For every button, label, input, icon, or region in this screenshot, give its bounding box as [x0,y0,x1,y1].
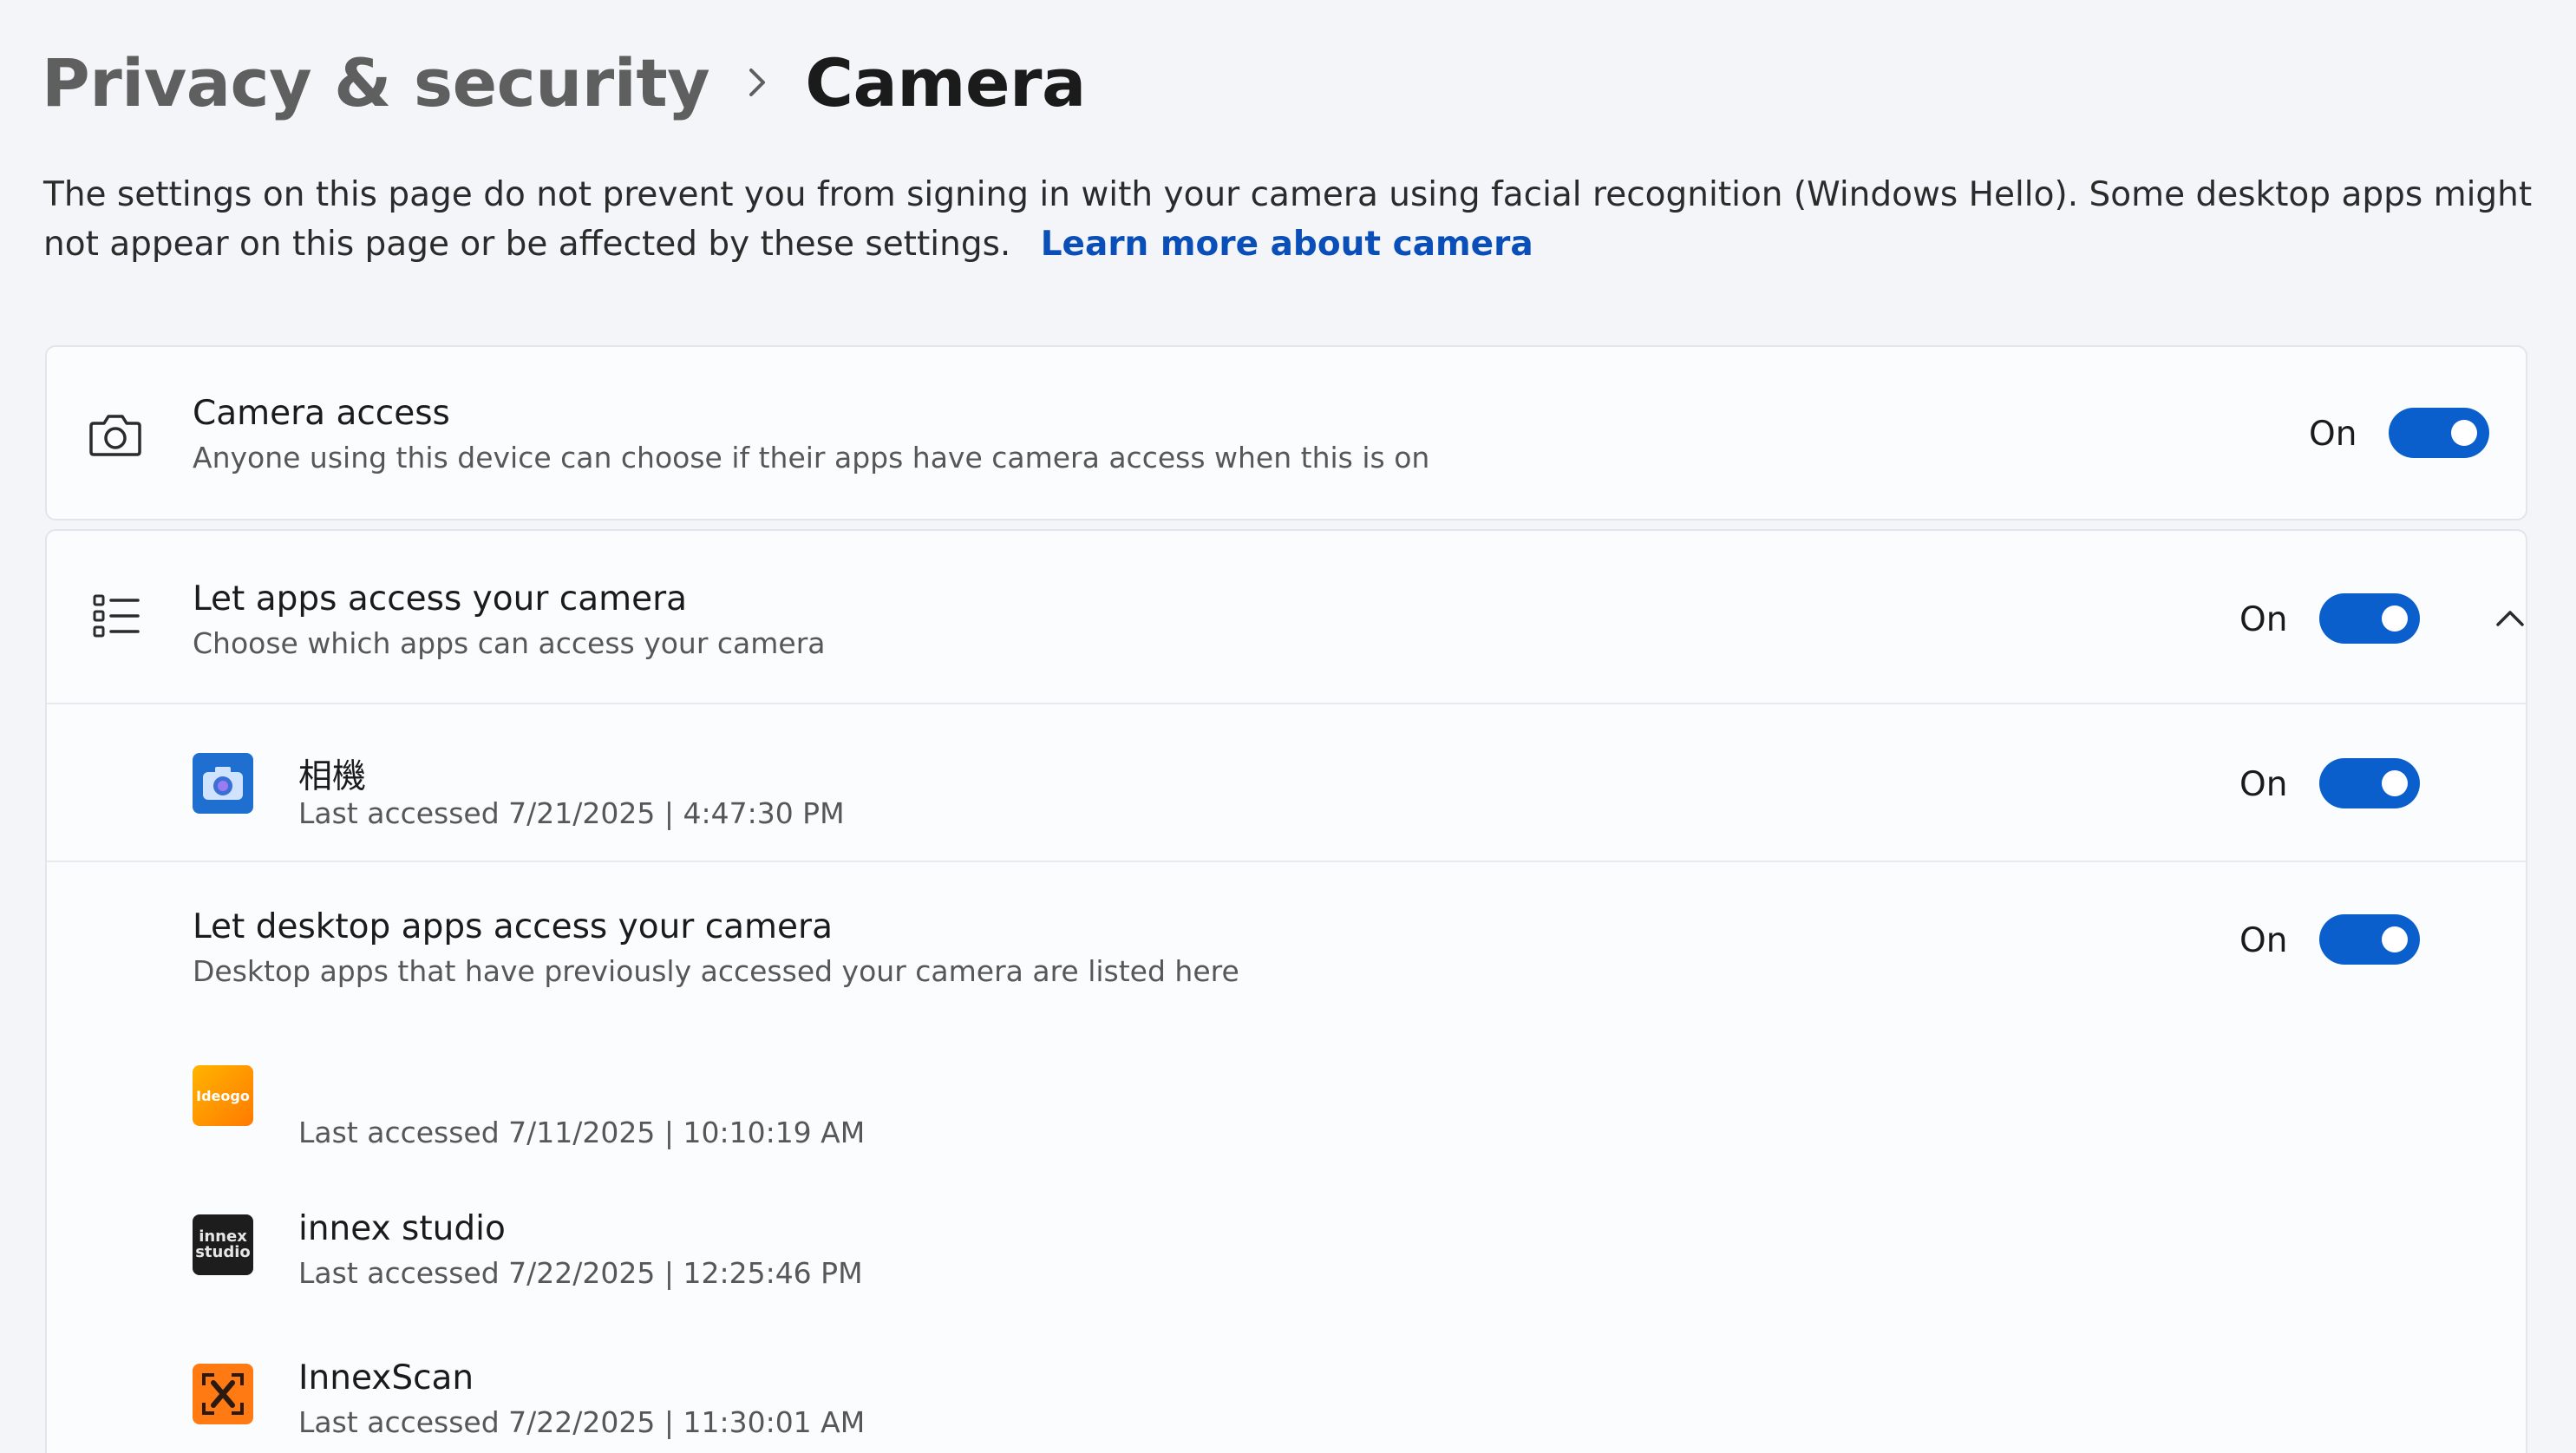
list-item: InnexScan Last accessed 7/22/2025 | 11:3… [47,1332,2526,1453]
camera-app-row: 相機 Last accessed 7/21/2025 | 4:47:30 PM … [47,704,2526,862]
desktop-app-last-accessed: Last accessed 7/11/2025 | 10:10:19 AM [298,1116,866,1149]
innex-studio-app-icon: innex studio [193,1214,253,1275]
desktop-apps-state: On [2239,921,2288,960]
camera-app-last-accessed: Last accessed 7/21/2025 | 4:47:30 PM [298,796,845,830]
camera-app-state: On [2239,765,2288,804]
camera-access-card: Camera access Anyone using this device c… [45,345,2527,520]
list-item: innex studio innex studio Last accessed … [47,1183,2526,1322]
camera-access-title: Camera access [193,394,450,433]
chevron-right-icon [746,65,768,100]
apps-access-title: Let apps access your camera [193,579,688,619]
breadcrumb-privacy-security[interactable]: Privacy & security [42,44,710,121]
apps-access-toggle[interactable] [2319,593,2420,644]
page-title: Camera [805,43,1086,121]
innexscan-app-icon [193,1364,253,1424]
settings-page: Privacy & security Camera The settings o… [0,0,2576,1453]
chevron-up-icon[interactable] [2493,602,2527,633]
apps-access-row[interactable]: Let apps access your camera Choose which… [47,531,2526,704]
learn-more-camera-link[interactable]: Learn more about camera [1041,225,1533,264]
camera-app-name: 相機 [298,757,367,796]
list-item: Ideogo Last accessed 7/11/2025 | 10:10:1… [47,1034,2526,1173]
toggle-knob [2382,926,2408,952]
intro-text: The settings on this page do not prevent… [43,170,2541,269]
breadcrumb: Privacy & security Camera [42,35,1086,130]
toggle-knob [2451,420,2477,446]
ideogo-app-icon: Ideogo [193,1065,253,1126]
desktop-app-name: innex studio [298,1209,506,1248]
desktop-apps-row: Let desktop apps access your camera Desk… [47,862,2526,1018]
camera-app-toggle[interactable] [2319,758,2420,808]
camera-access-subtitle: Anyone using this device can choose if t… [193,441,1430,475]
desktop-apps-title: Let desktop apps access your camera [193,907,833,946]
camera-access-state: On [2309,415,2357,454]
desktop-app-last-accessed: Last accessed 7/22/2025 | 11:30:01 AM [298,1405,866,1439]
desktop-app-last-accessed: Last accessed 7/22/2025 | 12:25:46 PM [298,1256,863,1290]
apps-access-card: Let apps access your camera Choose which… [45,529,2527,1453]
toggle-knob [2382,770,2408,796]
desktop-apps-toggle[interactable] [2319,914,2420,965]
camera-app-icon [193,753,253,814]
camera-access-toggle[interactable] [2389,408,2489,458]
list-icon [92,592,141,640]
apps-access-subtitle: Choose which apps can access your camera [193,626,826,660]
desktop-apps-subtitle: Desktop apps that have previously access… [193,954,1239,988]
toggle-knob [2382,605,2408,632]
desktop-app-name: InnexScan [298,1358,474,1397]
apps-access-state: On [2239,600,2288,639]
camera-icon [87,406,144,463]
